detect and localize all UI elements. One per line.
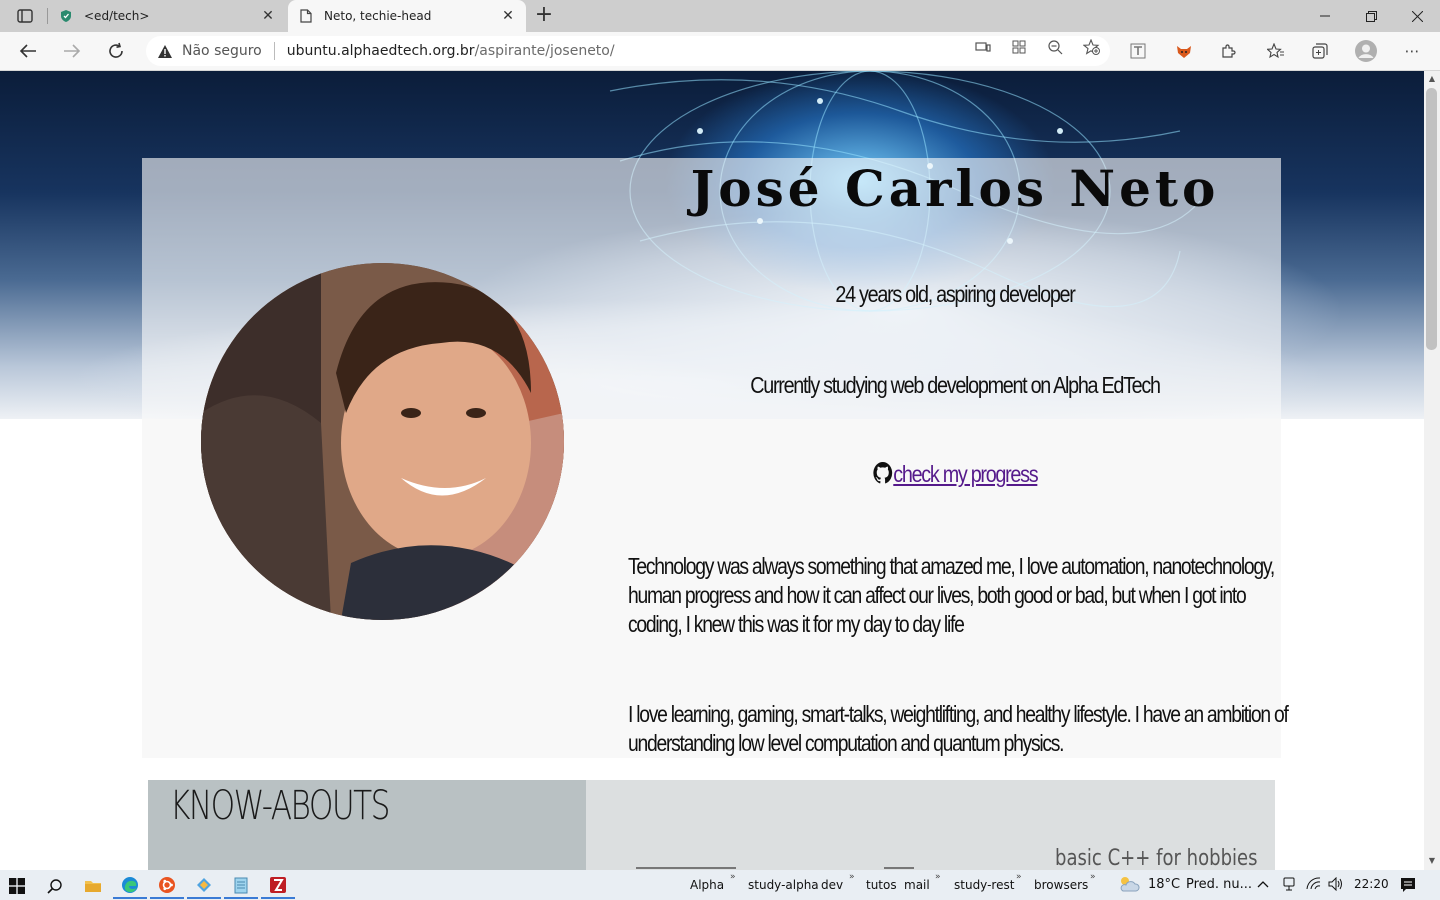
devices-icon[interactable] bbox=[974, 39, 992, 55]
wifi-icon[interactable] bbox=[1306, 877, 1321, 893]
weather-text[interactable]: Pred. nu... bbox=[1186, 877, 1252, 892]
browser-toolbar: Não seguro ubuntu.alphaedtech.org.br/asp… bbox=[0, 32, 1440, 71]
chevron-icon: » bbox=[849, 872, 855, 882]
clock-time[interactable]: 22:20 bbox=[1354, 877, 1389, 891]
forward-arrow-icon[interactable] bbox=[57, 37, 87, 65]
tab-title: <ed/tech> bbox=[84, 9, 150, 23]
scrollbar-thumb[interactable] bbox=[1426, 88, 1437, 350]
file-explorer-icon[interactable] bbox=[76, 873, 110, 899]
about-paragraph-2: I love learning, gaming, smart-talks, we… bbox=[628, 701, 1289, 756]
url-path[interactable]: /aspirante/joseneto/ bbox=[475, 43, 615, 59]
github-icon[interactable] bbox=[873, 461, 894, 485]
ubuntu-icon[interactable] bbox=[150, 873, 184, 899]
scroll-up-icon[interactable]: ▲ bbox=[1427, 74, 1437, 84]
notepad-icon[interactable] bbox=[224, 873, 258, 899]
tab-edtech[interactable]: <ed/tech> ✕ bbox=[48, 0, 286, 32]
refresh-icon[interactable] bbox=[101, 37, 131, 65]
windows-start-icon[interactable] bbox=[0, 873, 34, 899]
add-favorite-icon[interactable] bbox=[1082, 39, 1100, 55]
zoom-out-icon[interactable] bbox=[1046, 39, 1064, 55]
back-arrow-icon[interactable] bbox=[13, 37, 43, 65]
know-item-partial-2 bbox=[884, 863, 924, 870]
collections-icon[interactable] bbox=[1308, 40, 1332, 62]
chevron-up-icon[interactable] bbox=[1257, 877, 1269, 891]
profile-photo bbox=[201, 263, 564, 620]
chevron-icon: » bbox=[1016, 872, 1022, 882]
toolbar-link-study-alpha[interactable]: study-alpha bbox=[748, 878, 819, 892]
tab-neto[interactable]: Neto, techie-head ✕ bbox=[288, 0, 526, 32]
toolbar-link-mail[interactable]: mail bbox=[904, 878, 930, 892]
profile-studying: Currently studying web development on Al… bbox=[750, 372, 1161, 398]
close-window-icon[interactable] bbox=[1394, 0, 1440, 32]
about-paragraph-1: Technology was always something that ama… bbox=[628, 553, 1275, 637]
notifications-icon[interactable] bbox=[1400, 877, 1416, 896]
know-item-cpp: basic C++ for hobbies bbox=[1055, 846, 1258, 870]
new-tab-button[interactable]: + bbox=[530, 4, 558, 28]
profile-avatar-icon[interactable] bbox=[1354, 40, 1378, 62]
address-bar[interactable]: Não seguro ubuntu.alphaedtech.org.br/asp… bbox=[146, 36, 1110, 66]
know-abouts-title: KNOW-ABOUTS bbox=[170, 783, 390, 829]
minimize-icon[interactable] bbox=[1302, 0, 1348, 32]
more-menu-icon[interactable]: ⋯ bbox=[1400, 40, 1424, 62]
weather-temp[interactable]: 18°C bbox=[1148, 877, 1180, 892]
read-aloud-icon[interactable] bbox=[1126, 40, 1150, 62]
scroll-down-icon[interactable]: ▼ bbox=[1427, 856, 1437, 866]
know-item-partial-1 bbox=[636, 863, 746, 870]
tab-close-icon[interactable]: ✕ bbox=[258, 6, 278, 26]
extension-fox-icon[interactable] bbox=[1172, 40, 1196, 62]
extensions-puzzle-icon[interactable] bbox=[1216, 40, 1240, 62]
security-label[interactable]: Não seguro bbox=[182, 43, 262, 59]
filezilla-icon[interactable] bbox=[261, 873, 295, 899]
edge-browser-icon[interactable] bbox=[113, 873, 147, 899]
chevron-icon: » bbox=[935, 872, 941, 882]
warning-icon[interactable] bbox=[156, 42, 174, 60]
toolbar-link-study-rest[interactable]: study-rest bbox=[954, 878, 1014, 892]
tab-close-icon[interactable]: ✕ bbox=[498, 6, 518, 26]
app-available-icon[interactable] bbox=[1010, 39, 1028, 55]
url-host[interactable]: ubuntu.alphaedtech.org.br bbox=[287, 43, 475, 59]
page-favicon-icon bbox=[298, 8, 314, 24]
progress-row: check my progress bbox=[787, 461, 1122, 488]
page-viewport: José Carlos Neto 24 years old, aspiring … bbox=[0, 71, 1424, 870]
toolbar-link-browsers[interactable]: browsers bbox=[1034, 878, 1088, 892]
chevron-icon: » bbox=[730, 872, 736, 882]
favorites-icon[interactable] bbox=[1264, 40, 1288, 62]
url-divider bbox=[273, 42, 275, 60]
tab-actions-icon[interactable] bbox=[8, 4, 42, 28]
windows-taskbar: Alpha » study-alpha dev » tutos mail » s… bbox=[0, 870, 1440, 900]
restore-icon[interactable] bbox=[1348, 0, 1394, 32]
browser-tab-strip: <ed/tech> ✕ Neto, techie-head ✕ + bbox=[0, 0, 1440, 32]
toolbar-link-tutos[interactable]: tutos bbox=[866, 878, 897, 892]
weather-icon[interactable] bbox=[1116, 874, 1140, 897]
search-icon[interactable] bbox=[38, 873, 72, 899]
profile-tagline: 24 years old, aspiring developer bbox=[835, 281, 1075, 307]
check-progress-link[interactable]: check my progress bbox=[893, 461, 1038, 487]
meet-now-icon[interactable] bbox=[1282, 877, 1296, 894]
volume-icon[interactable] bbox=[1328, 876, 1344, 894]
toolbar-link-dev[interactable]: dev bbox=[821, 878, 843, 892]
profile-name: José Carlos Neto bbox=[690, 159, 1220, 218]
tab-title: Neto, techie-head bbox=[324, 9, 432, 23]
toolbar-link-alpha[interactable]: Alpha bbox=[690, 878, 724, 892]
shield-favicon-icon bbox=[58, 8, 74, 24]
chevron-icon: » bbox=[1090, 872, 1096, 882]
dev-tool-icon[interactable] bbox=[187, 873, 221, 899]
